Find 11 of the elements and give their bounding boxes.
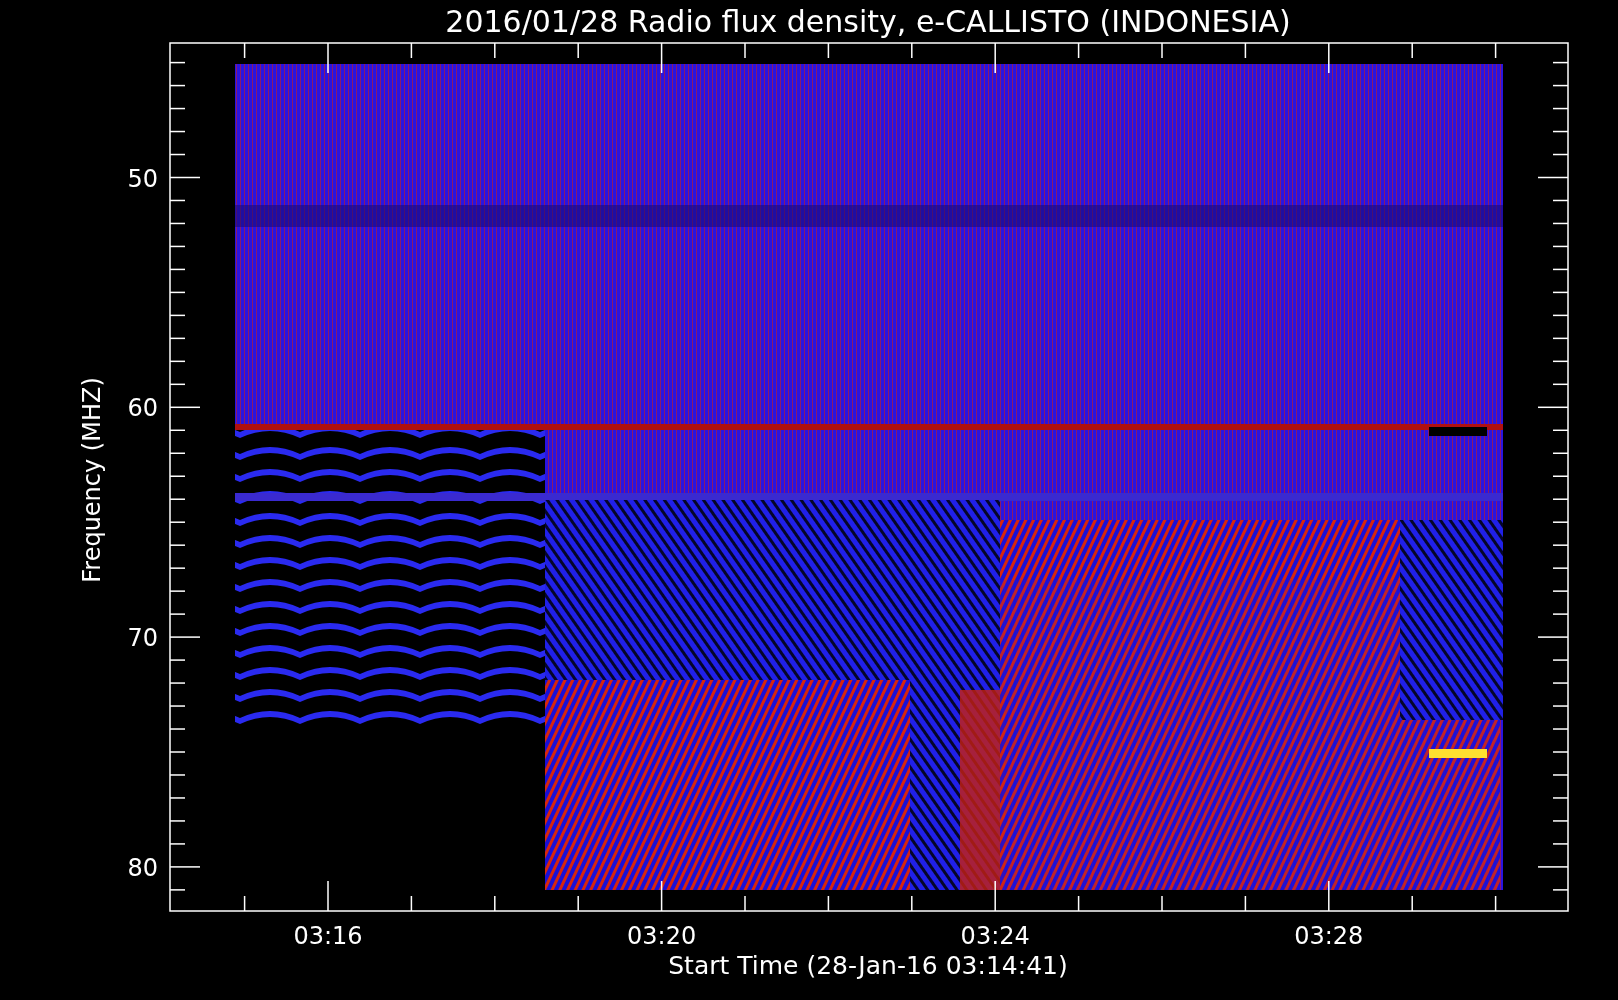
x-tick-label: 03:20	[627, 922, 697, 950]
y-tick-label: 70	[127, 624, 158, 653]
chart-title: 2016/01/28 Radio flux density, e-CALLISTO (INDONESIA)	[445, 4, 1291, 39]
y-tick-label: 50	[127, 164, 158, 193]
x-axis-title: Start Time (28-Jan-16 03:14:41)	[668, 951, 1068, 980]
x-tick-label: 03:28	[1294, 922, 1364, 950]
y-tick-label: 60	[127, 394, 158, 423]
x-tick-label: 03:24	[960, 922, 1030, 950]
y-axis-title: Frequency (MHZ)	[78, 377, 106, 583]
x-tick-label: 03:16	[293, 922, 363, 950]
y-tick-label: 80	[127, 853, 158, 882]
